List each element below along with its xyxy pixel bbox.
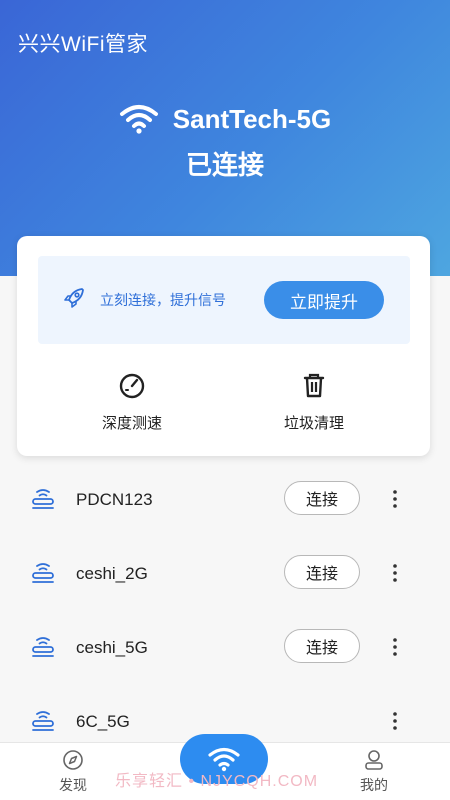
- current-network: SantTech-5G: [0, 103, 450, 135]
- router-icon: [32, 637, 54, 657]
- more-vertical-icon[interactable]: [388, 635, 402, 659]
- connect-button[interactable]: 连接: [284, 629, 360, 663]
- nav-mine-label: 我的: [360, 777, 388, 793]
- boost-banner: 立刻连接，提升信号 立即提升: [38, 256, 410, 344]
- list-item[interactable]: ceshi_2G 连接: [0, 537, 450, 611]
- speed-test-label: 深度测速: [101, 415, 162, 432]
- action-card: 立刻连接，提升信号 立即提升 深度测速 垃圾清理: [17, 236, 430, 456]
- wifi-list: PDCN123 连接 ceshi_2G 连接 ceshi_5G 连接 6C_5G: [0, 463, 450, 759]
- user-icon: [365, 750, 383, 770]
- more-vertical-icon[interactable]: [388, 487, 402, 511]
- compass-icon: [63, 750, 83, 770]
- connect-button[interactable]: 连接: [284, 555, 360, 589]
- speed-test-button[interactable]: 深度测速: [72, 370, 192, 433]
- connection-status: 已连接: [185, 150, 264, 180]
- watermark: 乐享轻汇 • NJYCQH.COM: [115, 773, 319, 790]
- junk-clean-label: 垃圾清理: [283, 415, 344, 432]
- trash-icon: [303, 373, 325, 398]
- network-name: 6C_5G: [76, 712, 130, 731]
- more-vertical-icon[interactable]: [388, 709, 402, 733]
- current-ssid: SantTech-5G: [172, 103, 332, 134]
- more-vertical-icon[interactable]: [388, 561, 402, 585]
- nav-mine[interactable]: 我的: [344, 749, 404, 795]
- nav-discover[interactable]: 发现: [43, 749, 103, 795]
- app-title: 兴兴WiFi管家: [18, 33, 148, 56]
- boost-text: 立刻连接，提升信号: [100, 292, 226, 308]
- network-name: ceshi_2G: [76, 564, 148, 583]
- connect-button[interactable]: 连接: [284, 481, 360, 515]
- rocket-icon: [64, 288, 84, 308]
- network-name: ceshi_5G: [76, 638, 148, 657]
- header: 兴兴WiFi管家 SantTech-5G 已连接: [0, 0, 450, 276]
- router-icon: [32, 489, 54, 509]
- list-item[interactable]: PDCN123 连接: [0, 463, 450, 537]
- nav-discover-label: 发现: [59, 777, 87, 793]
- junk-clean-button[interactable]: 垃圾清理: [254, 370, 374, 433]
- router-icon: [32, 563, 54, 583]
- network-name: PDCN123: [76, 490, 153, 509]
- boost-button[interactable]: 立即提升: [264, 281, 384, 319]
- speedometer-icon: [119, 373, 145, 399]
- router-icon: [32, 711, 54, 731]
- wifi-icon: [119, 105, 158, 134]
- list-item[interactable]: ceshi_5G 连接: [0, 611, 450, 685]
